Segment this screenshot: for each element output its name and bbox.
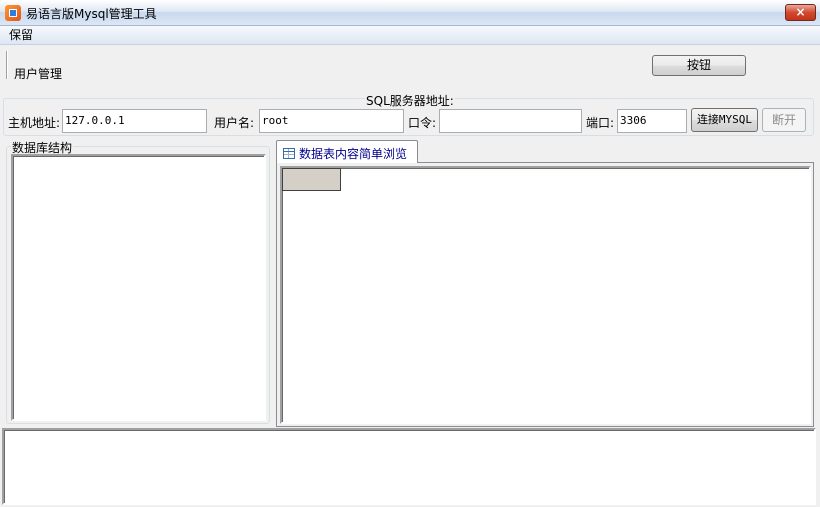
user-management-label: 用户管理 <box>14 67 63 81</box>
title-bar: 易语言版Mysql管理工具 × <box>0 0 820 26</box>
tab-table-browse-label: 数据表内容简单浏览 <box>299 147 408 161</box>
window-title: 易语言版Mysql管理工具 <box>26 7 157 21</box>
db-structure-list[interactable] <box>11 154 266 421</box>
port-input[interactable]: 3306 <box>617 109 687 133</box>
user-input[interactable]: root <box>259 109 404 133</box>
connect-mysql-button[interactable]: 连接MYSQL <box>691 108 758 132</box>
menu-bar: 保留 <box>0 26 820 45</box>
port-label: 端口: <box>586 116 615 130</box>
table-icon <box>283 148 295 159</box>
close-button[interactable]: × <box>785 4 816 21</box>
host-label: 主机地址: <box>8 116 61 130</box>
host-input[interactable]: 127.0.0.1 <box>62 109 207 133</box>
section-divider <box>6 51 8 79</box>
password-label: 口令: <box>408 116 437 130</box>
disconnect-button[interactable]: 断开 <box>762 108 806 132</box>
generic-button[interactable]: 按钮 <box>652 55 746 76</box>
grid-header-cell[interactable] <box>282 168 341 191</box>
menu-item-baoliu[interactable]: 保留 <box>4 26 38 45</box>
connection-group-label: SQL服务器地址: <box>365 92 455 109</box>
user-label: 用户名: <box>214 116 255 130</box>
log-output-area[interactable] <box>2 428 816 505</box>
password-input[interactable] <box>439 109 582 133</box>
data-grid[interactable] <box>280 166 811 424</box>
tab-table-browse[interactable]: 数据表内容简单浏览 <box>276 140 418 163</box>
app-icon <box>5 5 21 21</box>
